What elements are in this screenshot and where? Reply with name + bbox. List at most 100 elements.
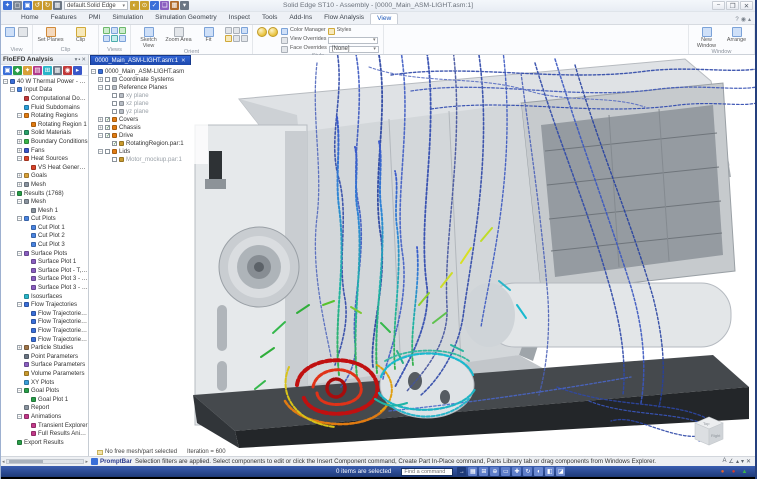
app-logo-icon[interactable]: ✦ bbox=[3, 1, 12, 10]
previous-view-icon[interactable] bbox=[233, 35, 240, 42]
checkbox[interactable] bbox=[112, 101, 117, 106]
tab-add-ins[interactable]: Add-Ins bbox=[283, 13, 318, 24]
color-manager-icon[interactable] bbox=[281, 28, 288, 35]
undo-icon[interactable]: ↺ bbox=[33, 1, 42, 10]
view-cube-icon[interactable] bbox=[103, 27, 110, 34]
named-view-icon[interactable] bbox=[119, 35, 126, 42]
collapse-icon[interactable]: − bbox=[17, 156, 22, 161]
tree-item[interactable]: XY Plots bbox=[3, 378, 88, 387]
pathfinder-item[interactable]: −0000_Main_ASM-LIGHT.asm bbox=[91, 67, 207, 75]
tree-item[interactable]: Surface Parameters bbox=[3, 361, 88, 370]
collapse-ribbon-icon[interactable]: ▴ bbox=[748, 16, 751, 23]
tree-horizontal-scrollbar[interactable]: ◂ ▸ bbox=[1, 458, 89, 465]
collapse-icon[interactable]: − bbox=[98, 85, 103, 90]
tree-item[interactable]: Point Parameters bbox=[3, 352, 88, 361]
zoom-area-button[interactable]: Zoom Area bbox=[165, 27, 192, 44]
links-icon[interactable]: ⊙ bbox=[140, 1, 149, 10]
pan-icon[interactable]: ✚ bbox=[512, 467, 521, 476]
expand-icon[interactable]: + bbox=[17, 130, 22, 135]
pathfinder-item[interactable]: xy plane bbox=[91, 91, 207, 99]
tree-item[interactable]: Volume Parameters bbox=[3, 369, 88, 378]
flow-toolbar-icon-1[interactable]: ▣ bbox=[3, 66, 12, 75]
zoom-area-icon[interactable]: ⊞ bbox=[479, 467, 488, 476]
collapse-icon[interactable]: − bbox=[98, 149, 103, 154]
angle-icon[interactable]: ∠ bbox=[729, 458, 734, 465]
alert-tray-icon[interactable]: ● bbox=[718, 467, 727, 476]
pathfinder-item[interactable]: −Reference Planes bbox=[91, 83, 207, 91]
set-planes-button[interactable]: Set Planes bbox=[37, 27, 64, 44]
collapse-icon[interactable]: − bbox=[91, 69, 96, 74]
pathfinder-item[interactable]: yz plane bbox=[91, 107, 207, 115]
tree-item[interactable]: −Results (1768) bbox=[3, 189, 88, 198]
tree-item[interactable]: +Particle Studies bbox=[3, 343, 88, 352]
expand-icon[interactable]: + bbox=[17, 173, 22, 178]
expand-icon[interactable]: + bbox=[17, 182, 22, 187]
checkbox[interactable]: ✓ bbox=[105, 133, 110, 138]
tree-item[interactable]: VS Heat Generation Rate 1 bbox=[3, 163, 88, 172]
collapse-icon[interactable]: − bbox=[98, 133, 103, 138]
pathfinder-item[interactable]: ✓RotatingRegion.par:1 bbox=[91, 139, 207, 147]
tree-item[interactable]: −40 W Thermal Power - Reversed Rotat bbox=[3, 77, 88, 86]
maximize-button[interactable]: ❐ bbox=[726, 1, 739, 10]
tree-item[interactable]: +Boundary Conditions bbox=[3, 137, 88, 146]
tree-item[interactable]: Mesh 1 bbox=[3, 206, 88, 215]
pathfinder-item[interactable]: +✓Chassis bbox=[91, 123, 207, 131]
tab-inspect[interactable]: Inspect bbox=[223, 13, 256, 24]
face-overrides-dropdown[interactable]: [None] ▾ bbox=[329, 46, 379, 53]
layers-icon[interactable]: ❏ bbox=[160, 1, 169, 10]
theme-icon[interactable]: ◐ bbox=[130, 1, 139, 10]
help-icon[interactable]: ? bbox=[735, 17, 738, 23]
close-icon[interactable]: ✕ bbox=[181, 58, 186, 64]
new-window-button[interactable]: New Window bbox=[693, 27, 720, 49]
shaded-view-icon[interactable]: ◐ bbox=[534, 467, 543, 476]
pathfinder-item[interactable]: xz plane bbox=[91, 99, 207, 107]
collapse-icon[interactable]: − bbox=[17, 199, 22, 204]
face-overrides-icon[interactable] bbox=[281, 46, 288, 53]
tab-home[interactable]: Home bbox=[15, 13, 45, 24]
scrollbar-thumb[interactable] bbox=[9, 460, 43, 463]
new-document-icon[interactable]: ▢ bbox=[13, 1, 22, 10]
flow-toolbar-icon-7[interactable]: ◉ bbox=[63, 66, 72, 75]
tree-item[interactable]: Flow Trajectories 4 bbox=[3, 335, 88, 344]
screen-icon[interactable]: ▦ bbox=[53, 1, 62, 10]
tree-item[interactable]: −Goal Plots bbox=[3, 386, 88, 395]
tree-item[interactable]: Surface Plot 1 bbox=[3, 257, 88, 266]
tree-item[interactable]: Fluid Subdomains bbox=[3, 103, 88, 112]
tree-item[interactable]: Rotating Region 1 bbox=[3, 120, 88, 129]
collapse-icon[interactable]: − bbox=[17, 251, 22, 256]
checkbox[interactable] bbox=[112, 157, 117, 162]
expand-icon[interactable]: + bbox=[17, 345, 22, 350]
shaded-edges-style-icon[interactable] bbox=[268, 27, 278, 37]
perspective-icon[interactable]: ◪ bbox=[556, 467, 565, 476]
flow-toolbar-icon-5[interactable]: ⊞ bbox=[43, 66, 52, 75]
view-icon[interactable] bbox=[5, 27, 15, 37]
right-view-icon[interactable] bbox=[111, 35, 118, 42]
network-tray-icon[interactable]: ▲ bbox=[740, 467, 749, 476]
checkbox[interactable] bbox=[112, 93, 117, 98]
zoom-icon[interactable]: ⊕ bbox=[490, 467, 499, 476]
panel-menu-icon[interactable]: ▾ bbox=[75, 57, 78, 63]
tree-item[interactable]: Full Results Animation bbox=[3, 429, 88, 438]
tab-view[interactable]: View bbox=[370, 13, 398, 24]
tab-simulation-geometry[interactable]: Simulation Geometry bbox=[149, 13, 223, 24]
tree-item[interactable]: −Cut Plots bbox=[3, 215, 88, 224]
tab-flow-analysis[interactable]: Flow Analysis bbox=[318, 13, 370, 24]
tree-item[interactable]: +Mesh bbox=[3, 180, 88, 189]
collapse-icon[interactable]: − bbox=[3, 79, 8, 84]
flow-toolbar-icon-2[interactable]: ◆ bbox=[13, 66, 22, 75]
tree-item[interactable]: −Surface Plots bbox=[3, 249, 88, 258]
scroll-left-icon[interactable]: ◂ bbox=[2, 459, 5, 465]
common-views-icon[interactable] bbox=[225, 35, 232, 42]
view-overrides-dropdown[interactable]: ▾ bbox=[328, 37, 378, 44]
collapse-icon[interactable]: − bbox=[17, 388, 22, 393]
tab-pmi[interactable]: PMI bbox=[83, 13, 107, 24]
configuration-dropdown[interactable]: default.Solid Edge ▾ bbox=[64, 1, 128, 10]
pathfinder-item[interactable]: Motor_mockup.par:1 bbox=[91, 155, 207, 163]
flow-toolbar-icon-8[interactable]: ▸ bbox=[73, 66, 82, 75]
panel-close-icon[interactable]: ✕ bbox=[81, 57, 86, 63]
checkbox[interactable]: ✓ bbox=[105, 125, 110, 130]
view-overrides-icon[interactable] bbox=[281, 37, 288, 44]
tree-item[interactable]: Cut Plot 1 bbox=[3, 223, 88, 232]
checkbox[interactable] bbox=[105, 77, 110, 82]
tree-item[interactable]: Cut Plot 2 bbox=[3, 232, 88, 241]
